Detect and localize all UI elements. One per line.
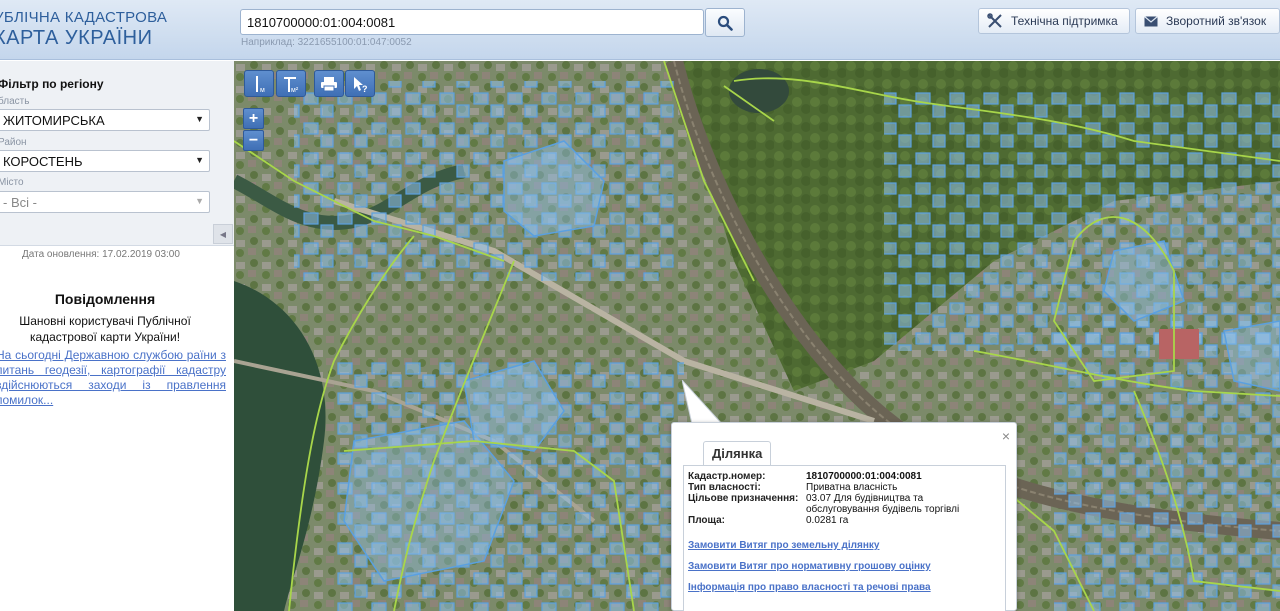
- parcel-info-popup: × Ділянка Кадастр.номер: 1810700000:01:0…: [671, 422, 1017, 611]
- parcel-row-ownership: Тип власності: Приватна власність: [688, 482, 1001, 493]
- filter-title: Фільтр по регіону: [0, 77, 104, 91]
- feedback-button[interactable]: Зворотний зв'язок: [1135, 8, 1280, 34]
- feedback-label: Зворотний зв'язок: [1166, 14, 1267, 28]
- oblast-select[interactable]: ЖИТОМИРСЬКА ▼: [0, 109, 210, 131]
- printer-icon: [321, 76, 337, 91]
- print-button[interactable]: [314, 70, 344, 97]
- parcel-row-cadastral: Кадастр.номер: 1810700000:01:004:0081: [688, 471, 1001, 482]
- parcel-key: Тип власності:: [688, 482, 761, 493]
- rayon-label: Район: [0, 137, 27, 148]
- update-date: Дата оновлення: 17.02.2019 03:00: [22, 249, 180, 260]
- rayon-value: КОРОСТЕНЬ: [3, 154, 83, 169]
- parcel-value: 0.0281 га: [806, 515, 849, 526]
- search-hint: Наприклад: 3221655100:01:047:0052: [241, 37, 412, 48]
- sidebar: Фільтр по регіону бласть ЖИТОМИРСЬКА ▼ Р…: [0, 61, 234, 611]
- dropdown-arrow-icon: ▼: [195, 114, 204, 124]
- dropdown-arrow-icon: ▼: [195, 196, 204, 206]
- zoom-in-button[interactable]: +: [243, 108, 264, 129]
- parcel-value: 03.07 Для будівництва та обслуговування …: [806, 493, 960, 515]
- search-input[interactable]: [240, 9, 704, 35]
- parcel-info-body: Кадастр.номер: 1810700000:01:004:0081 Ти…: [683, 465, 1006, 611]
- notice-title: Повідомлення: [54, 291, 156, 307]
- popup-pointer: [682, 380, 724, 426]
- oblast-label: бласть: [0, 96, 30, 107]
- tab-parcel[interactable]: Ділянка: [703, 441, 772, 465]
- collapse-sidebar-button[interactable]: ◀: [213, 224, 233, 244]
- tools-icon: [987, 13, 1003, 29]
- parcel-value: 1810700000:01:004:0081: [806, 471, 922, 482]
- identify-button[interactable]: ?: [345, 70, 375, 97]
- parcel-key: Кадастр.номер:: [688, 471, 766, 482]
- region-filter-panel: Фільтр по регіону бласть ЖИТОМИРСЬКА ▼ Р…: [0, 61, 234, 246]
- parcel-key: Площа:: [688, 515, 725, 526]
- dropdown-arrow-icon: ▼: [195, 155, 204, 165]
- parcel-row-purpose: Цільове призначення: 03.07 Для будівницт…: [688, 493, 1001, 515]
- parcel-key: Цільове призначення:: [688, 493, 799, 504]
- envelope-icon: [1144, 15, 1158, 27]
- rayon-select[interactable]: КОРОСТЕНЬ ▼: [0, 150, 210, 172]
- site-logo[interactable]: УБЛІЧНА КАДАСТРОВА КАРТА УКРАЇНИ: [0, 10, 167, 50]
- search-icon: [717, 15, 733, 31]
- parcel-value: Приватна власність: [806, 482, 898, 493]
- misto-select[interactable]: - Всі - ▼: [0, 191, 210, 213]
- ruler-icon: м: [256, 75, 265, 94]
- misto-label: Місто: [0, 177, 24, 188]
- misto-value: - Всі -: [3, 195, 37, 210]
- tech-support-button[interactable]: Технічна підтримка: [978, 8, 1130, 34]
- cursor-help-icon: ?: [354, 76, 368, 93]
- zoom-out-button[interactable]: −: [243, 130, 264, 151]
- close-icon[interactable]: ×: [1002, 428, 1010, 444]
- measure-area-button[interactable]: м²: [276, 70, 306, 97]
- logo-line2: КАРТА УКРАЇНИ: [0, 27, 153, 49]
- ownership-info-link[interactable]: Інформація про право власності та речові…: [688, 582, 1001, 593]
- notice-subtitle: Шановні користувачі Публічної кадастрово…: [19, 314, 191, 344]
- header-bar: УБЛІЧНА КАДАСТРОВА КАРТА УКРАЇНИ Наприкл…: [0, 0, 1280, 60]
- logo-line1: УБЛІЧНА КАДАСТРОВА: [0, 9, 168, 26]
- chevron-left-icon: ◀: [219, 229, 227, 239]
- area-ruler-icon: м²: [284, 76, 299, 94]
- measure-area-label: м²: [291, 87, 299, 94]
- search-button[interactable]: [705, 8, 745, 37]
- measure-line-button[interactable]: м: [244, 70, 274, 97]
- order-valuation-link[interactable]: Замовити Витяг про нормативну грошову оц…: [688, 561, 1001, 572]
- svg-text:?: ?: [362, 84, 368, 93]
- oblast-value: ЖИТОМИРСЬКА: [3, 113, 105, 128]
- parcel-row-area: Площа: 0.0281 га: [688, 515, 1001, 526]
- measure-line-label: м: [260, 87, 265, 94]
- notice-link[interactable]: На сьогодні Державною службою раїни з пи…: [0, 348, 226, 408]
- order-extract-link[interactable]: Замовити Витяг про земельну ділянку: [688, 540, 1001, 551]
- tech-support-label: Технічна підтримка: [1011, 14, 1118, 28]
